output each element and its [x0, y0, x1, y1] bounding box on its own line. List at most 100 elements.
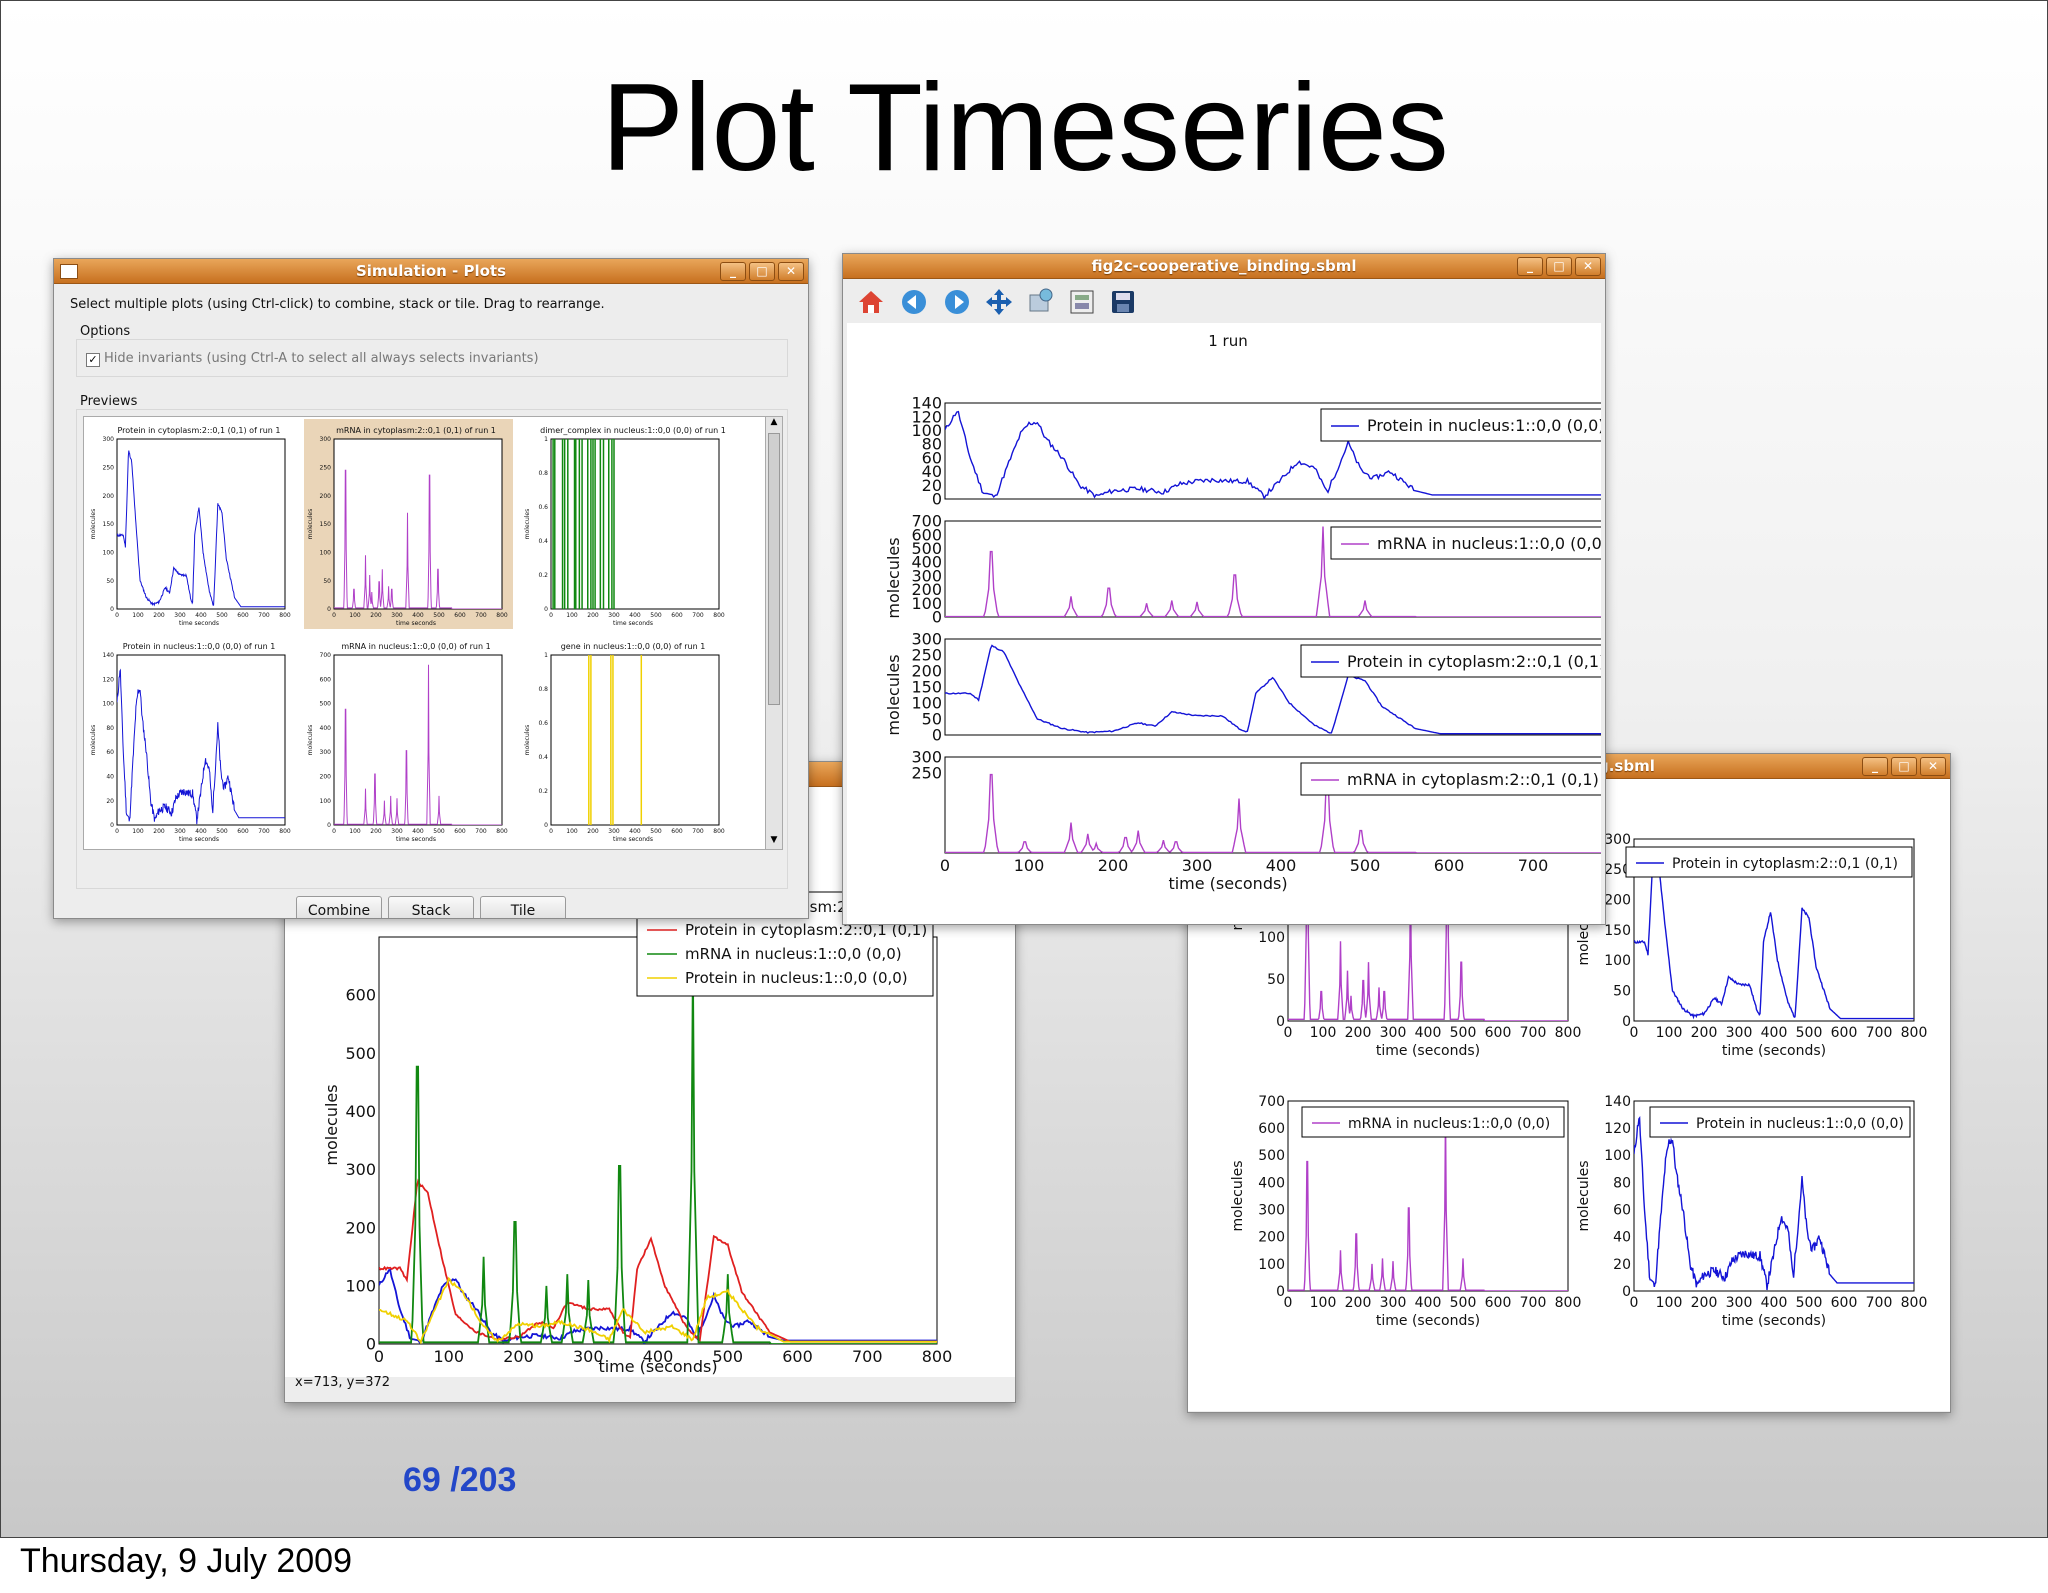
x-tick-label: 700 [692, 828, 704, 835]
y-tick-label: 300 [345, 1160, 376, 1179]
combine-button[interactable]: Combine [296, 896, 382, 918]
y-tick-label: 100 [1258, 1257, 1285, 1273]
previews-label: Previews [80, 394, 138, 409]
y-axis-label: molecules [524, 725, 531, 755]
preview-title: mRNA in cytoplasm:2::0,1 (0,1) of run 1 [336, 426, 496, 435]
y-tick-label: 0.6 [538, 504, 548, 511]
preview-thumbnail[interactable]: mRNA in nucleus:1::0,0 (0,0) of run 1010… [307, 642, 508, 843]
y-tick-label: 100 [103, 701, 115, 708]
y-axis-label: molecules [90, 725, 97, 755]
previews-list[interactable]: Protein in cytoplasm:2::0,1 (0,1) of run… [83, 416, 767, 850]
preview-thumbnail[interactable]: gene in nucleus:1::0,0 (0,0) of run 10 0.… [524, 642, 725, 843]
plot-toolbar [853, 285, 1253, 319]
preview-thumbnail[interactable]: Protein in nucleus:1::0,0 (0,0) of run 1… [90, 642, 291, 843]
x-tick-label: 400 [629, 828, 641, 835]
y-tick-label: 150 [103, 521, 115, 528]
stack-charts[interactable]: 1 run 020406080100120140Protein in nucleu… [847, 323, 1605, 925]
x-tick-label: 200 [587, 612, 599, 619]
y-tick-label: 700 [911, 512, 942, 531]
legend-entry: Protein in nucleus:1::0,0 (0,0) [685, 969, 908, 987]
chart-preview: 0 0.2 0.4 0.6 0.8 1 0 100 200 300 400 500 600 700 800 [538, 436, 724, 619]
x-tick-label: 300 [1182, 856, 1213, 875]
chart-stack-3: 050100150200250300Protein in cytoplasm:2… [911, 630, 1605, 745]
x-tick-label: 700 [258, 612, 270, 619]
minimize-icon[interactable]: _ [1862, 757, 1888, 776]
forward-icon[interactable] [945, 290, 969, 314]
x-tick-label: 500 [216, 828, 228, 835]
y-tick-label: 300 [320, 436, 332, 443]
y-tick-label: 300 [103, 436, 115, 443]
x-tick-label: 200 [370, 612, 382, 619]
scroll-thumb[interactable] [768, 433, 780, 705]
y-tick-label: 600 [1258, 1121, 1285, 1137]
x-axis-label: time seconds [179, 836, 219, 843]
zoom-icon[interactable] [1029, 288, 1053, 312]
x-tick-label: 500 [650, 828, 662, 835]
legend-entry: mRNA in nucleus:1::0,0 (0,0) [685, 945, 902, 963]
chart-tile-pc: 0501001502002503000 100 200 300 400 500 600 700… [1604, 832, 1927, 1041]
pan-icon[interactable] [986, 289, 1012, 315]
legend-entry: Protein in cytoplasm:2::0,1 (0,1) [1347, 652, 1601, 671]
maximize-icon[interactable]: □ [1891, 757, 1917, 776]
y-tick-label: 700 [1258, 1094, 1285, 1110]
x-tick-label: 0 [1284, 1295, 1293, 1311]
x-tick-label: 100 [1310, 1025, 1337, 1041]
simulation-plots-window[interactable]: Simulation - Plots _ □ ✕ Select multiple… [53, 258, 809, 919]
x-tick-label: 100 [433, 1347, 464, 1366]
y-tick-label: 0.4 [538, 538, 548, 545]
y-tick-label: 0.8 [538, 686, 548, 693]
sim-window-title: Simulation - Plots [355, 262, 507, 280]
chart-tile-mn: 01002003004005006007000 100 200 300 400 500 60… [1258, 1094, 1581, 1311]
x-tick-label: 500 [433, 828, 445, 835]
scroll-up-icon[interactable]: ▲ [766, 417, 782, 431]
y-tick-label: 300 [1258, 1202, 1285, 1218]
footer-date: Thursday, 9 July 2009 [20, 1542, 352, 1580]
home-icon[interactable] [859, 291, 883, 313]
hide-invariants-checkbox[interactable]: ✓ [86, 353, 100, 367]
x-tick-label: 600 [237, 828, 249, 835]
close-icon[interactable]: ✕ [1920, 757, 1946, 776]
minimize-icon[interactable]: _ [720, 262, 746, 281]
y-tick-label: 100 [103, 549, 115, 556]
legend-entry: mRNA in nucleus:1::0,0 (0,0) [1348, 1116, 1550, 1132]
maximize-icon[interactable]: □ [749, 262, 775, 281]
configure-icon[interactable] [1070, 290, 1094, 314]
legend-entry: Protein in cytoplasm:2::0,1 (0,1) [1672, 856, 1898, 872]
y-tick-label: 0.2 [538, 788, 548, 795]
y-tick-label: 200 [345, 1218, 376, 1237]
preview-thumbnail[interactable]: mRNA in cytoplasm:2::0,1 (0,1) of run 10… [304, 419, 513, 629]
back-icon[interactable] [902, 290, 926, 314]
save-icon[interactable] [1112, 291, 1134, 313]
chart-stack-1: 020406080100120140Protein in nucleus:1::… [911, 394, 1605, 509]
tile-window-title: g.sbml [1598, 757, 1655, 775]
previews-scrollbar[interactable]: ▲ ▼ [765, 416, 783, 850]
stack-plot-area[interactable]: 1 run 0 20 40 60 80 100 120 140 Protein in nucleu… [847, 323, 1605, 925]
y-tick-label: 50 [1613, 984, 1631, 1000]
x-tick-label: 200 [153, 612, 165, 619]
stack-window-titlebar[interactable]: fig2c-cooperative_binding.sbml _ □ ✕ [843, 254, 1605, 279]
close-icon[interactable]: ✕ [1575, 257, 1601, 276]
hide-invariants-label[interactable]: Hide invariants (using Ctrl-A to select … [104, 351, 539, 366]
x-axis-label: time seconds [396, 620, 436, 627]
x-tick-label: 0 [549, 828, 553, 835]
x-tick-label: 600 [1485, 1295, 1512, 1311]
y-tick-label: 60 [1613, 1202, 1631, 1218]
preview-thumbnail[interactable]: dimer_complex in nucleus:1::0,0 (0,0) of… [524, 426, 726, 627]
plot-frame [333, 654, 503, 826]
y-tick-label: 140 [1604, 1094, 1631, 1110]
x-tick-label: 0 [1284, 1025, 1293, 1041]
minimize-icon[interactable]: _ [1517, 257, 1543, 276]
scroll-down-icon[interactable]: ▼ [766, 835, 782, 849]
sim-window-titlebar[interactable]: Simulation - Plots _ □ ✕ [54, 259, 808, 284]
y-axis-label: molecules [524, 509, 531, 539]
maximize-icon[interactable]: □ [1546, 257, 1572, 276]
preview-thumbnail[interactable]: Protein in cytoplasm:2::0,1 (0,1) of run… [90, 426, 291, 627]
y-tick-label: 100 [345, 1276, 376, 1295]
stack-plot-window[interactable]: fig2c-cooperative_binding.sbml _ □ ✕ 1 r… [842, 253, 1606, 925]
tile-button[interactable]: Tile [480, 896, 566, 918]
close-icon[interactable]: ✕ [778, 262, 804, 281]
x-tick-label: 400 [412, 612, 424, 619]
y-tick-label: 80 [106, 725, 114, 732]
stack-button[interactable]: Stack [388, 896, 474, 918]
x-tick-label: 200 [1345, 1025, 1372, 1041]
